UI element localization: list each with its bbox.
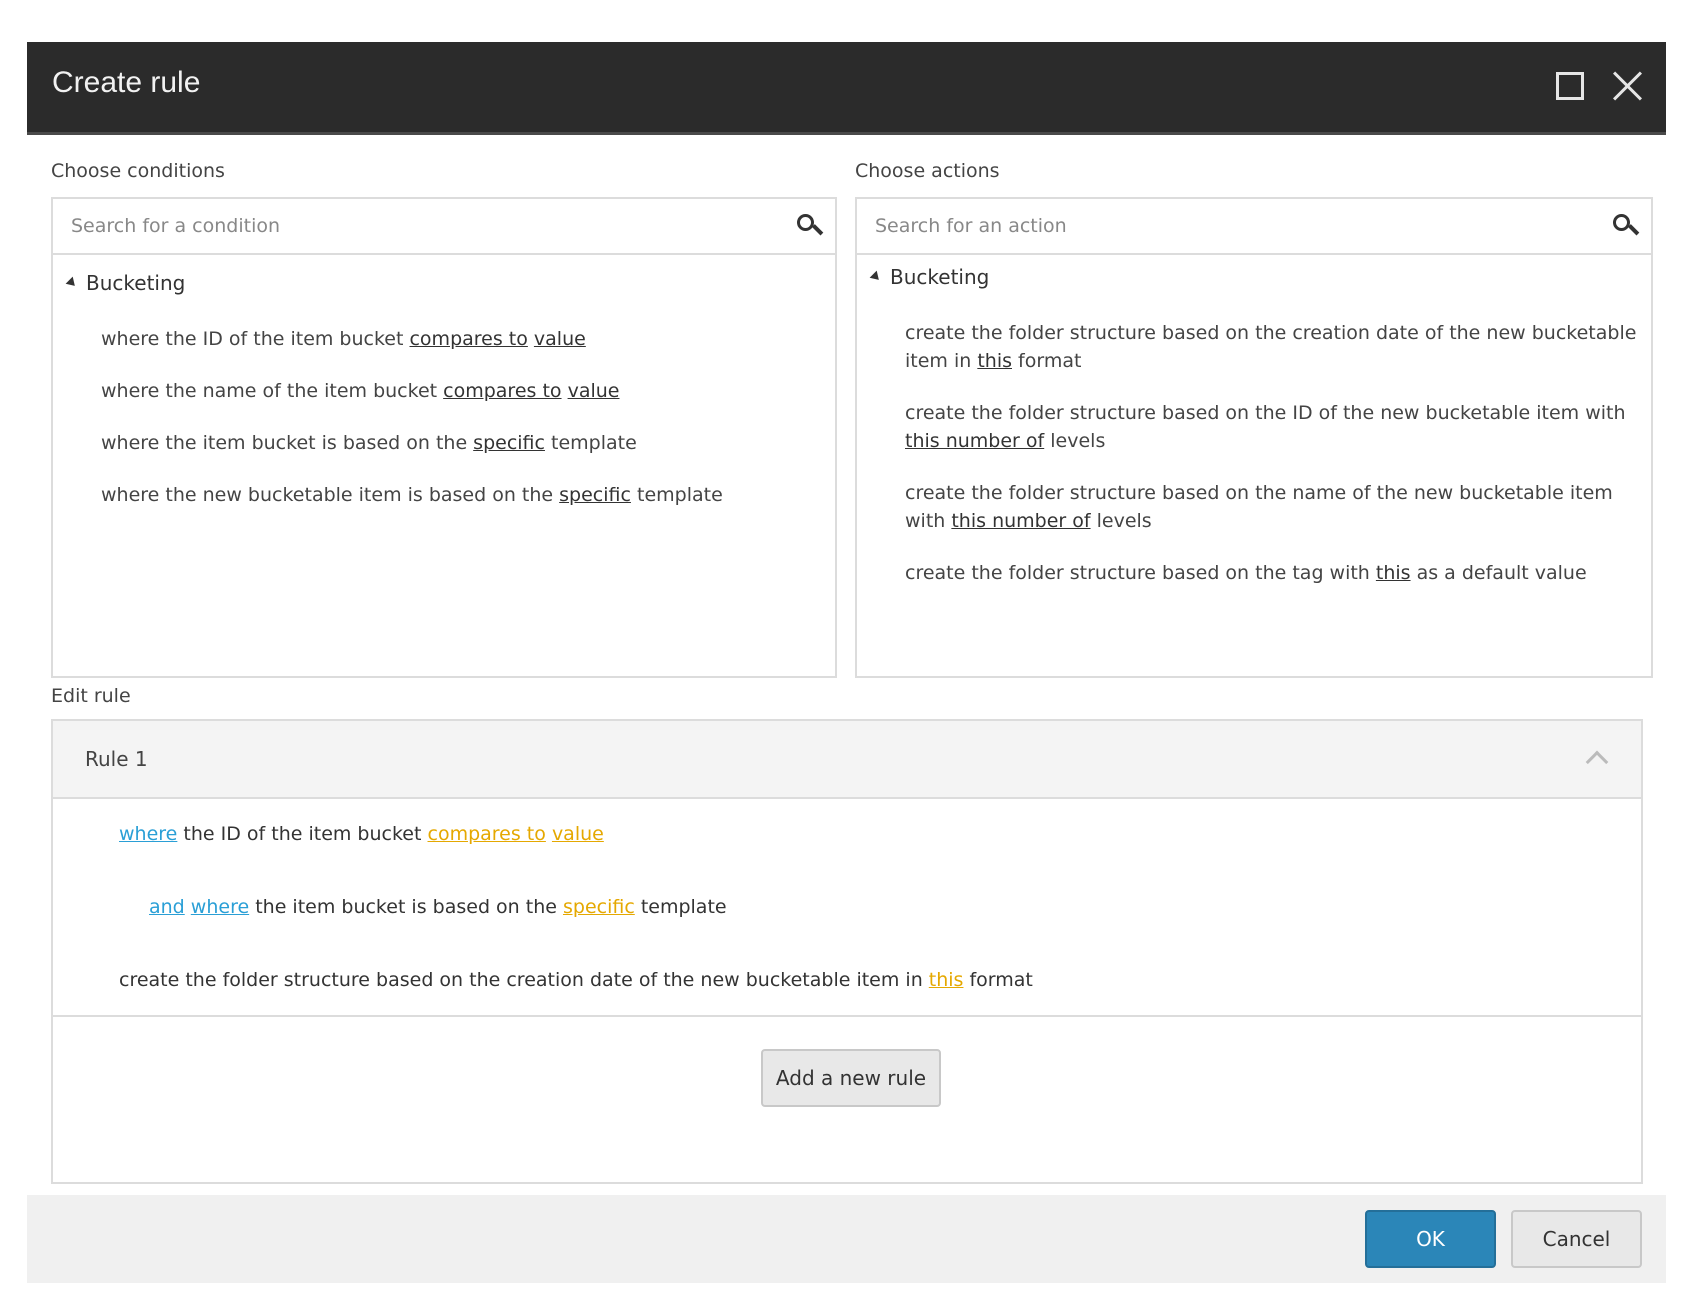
action-link[interactable]: this number of bbox=[905, 430, 1044, 452]
rule-parameter-link[interactable]: specific bbox=[563, 896, 635, 918]
actions-panel: Bucketing create the folder structure ba… bbox=[855, 197, 1653, 678]
action-text: create the folder structure based on the… bbox=[905, 402, 1626, 424]
actions-group-bucketing[interactable]: Bucketing bbox=[869, 265, 990, 289]
condition-search-input[interactable] bbox=[71, 209, 736, 243]
conditions-group-bucketing[interactable]: Bucketing bbox=[65, 271, 186, 295]
action-link[interactable]: this bbox=[977, 350, 1012, 372]
chevron-up-icon[interactable] bbox=[1585, 750, 1609, 774]
condition-text: where the item bucket is based on the bbox=[101, 432, 474, 454]
action-text: levels bbox=[1090, 510, 1152, 532]
condition-link[interactable]: specific bbox=[559, 484, 631, 506]
conditions-label: Choose conditions bbox=[51, 160, 225, 182]
conditions-panel: Bucketing where the ID of the item bucke… bbox=[51, 197, 837, 678]
action-item[interactable]: create the folder structure based on the… bbox=[905, 559, 1640, 587]
search-icon[interactable] bbox=[1613, 214, 1640, 238]
rule-condition-line: where the ID of the item bucket compares… bbox=[119, 823, 604, 845]
action-link[interactable]: this number of bbox=[951, 510, 1090, 532]
edit-rule-panel: Rule 1 where the ID of the item bucket c… bbox=[51, 719, 1643, 1184]
rule-header[interactable]: Rule 1 bbox=[53, 721, 1641, 799]
action-search bbox=[857, 199, 1651, 255]
condition-link[interactable]: specific bbox=[473, 432, 545, 454]
rule-parameter-link[interactable]: compares to bbox=[428, 823, 546, 845]
action-text: create the folder structure based on the… bbox=[905, 562, 1376, 584]
dialog-footer: OK Cancel bbox=[27, 1195, 1666, 1283]
action-text: levels bbox=[1044, 430, 1106, 452]
rule-text: format bbox=[963, 969, 1033, 991]
rule-condition-line: and where the item bucket is based on th… bbox=[149, 896, 727, 918]
rule-text: the item bucket is based on the bbox=[249, 896, 563, 918]
action-text: as a default value bbox=[1410, 562, 1587, 584]
rule-text: the ID of the item bucket bbox=[177, 823, 428, 845]
condition-link[interactable]: value bbox=[568, 380, 620, 402]
rule-keyword-link[interactable]: where bbox=[119, 823, 177, 845]
expand-triangle-icon[interactable] bbox=[869, 270, 883, 284]
create-rule-dialog: Create rule Choose conditions Bucketing … bbox=[27, 42, 1666, 1283]
condition-item[interactable]: where the new bucketable item is based o… bbox=[101, 481, 723, 509]
action-text: format bbox=[1012, 350, 1082, 372]
condition-text: template bbox=[544, 432, 637, 454]
expand-triangle-icon[interactable] bbox=[65, 276, 79, 290]
edit-rule-label: Edit rule bbox=[51, 685, 131, 707]
rule-text: create the folder structure based on the… bbox=[119, 969, 929, 991]
action-item[interactable]: create the folder structure based on the… bbox=[905, 399, 1640, 455]
conditions-group-label: Bucketing bbox=[86, 271, 186, 295]
condition-text: where the ID of the item bucket bbox=[101, 328, 410, 350]
rule-parameter-link[interactable]: this bbox=[929, 969, 964, 991]
maximize-icon[interactable] bbox=[1556, 72, 1584, 100]
action-link[interactable]: this bbox=[1376, 562, 1411, 584]
condition-search bbox=[53, 199, 835, 255]
action-item[interactable]: create the folder structure based on the… bbox=[905, 479, 1640, 535]
rule-title: Rule 1 bbox=[85, 747, 148, 771]
rule-parameter-link[interactable]: value bbox=[552, 823, 604, 845]
condition-text: where the new bucketable item is based o… bbox=[101, 484, 560, 506]
condition-link[interactable]: compares to bbox=[409, 328, 527, 350]
condition-link[interactable]: compares to bbox=[443, 380, 561, 402]
rule-body: where the ID of the item bucket compares… bbox=[53, 799, 1641, 1017]
rule-action-line: create the folder structure based on the… bbox=[119, 969, 1033, 991]
rule-keyword-link[interactable]: where bbox=[191, 896, 249, 918]
condition-text: where the name of the item bucket bbox=[101, 380, 444, 402]
dialog-titlebar: Create rule bbox=[27, 42, 1666, 135]
condition-item[interactable]: where the name of the item bucket compar… bbox=[101, 377, 619, 405]
add-new-rule-button[interactable]: Add a new rule bbox=[761, 1049, 941, 1107]
condition-text: template bbox=[630, 484, 723, 506]
actions-label: Choose actions bbox=[855, 160, 1000, 182]
rule-text: template bbox=[634, 896, 727, 918]
condition-link[interactable]: value bbox=[534, 328, 586, 350]
cancel-button[interactable]: Cancel bbox=[1511, 1210, 1642, 1268]
condition-item[interactable]: where the item bucket is based on the sp… bbox=[101, 429, 637, 457]
rule-keyword-link[interactable]: and bbox=[149, 896, 185, 918]
ok-button[interactable]: OK bbox=[1365, 1210, 1496, 1268]
actions-group-label: Bucketing bbox=[890, 265, 990, 289]
action-search-input[interactable] bbox=[875, 209, 1550, 243]
dialog-title: Create rule bbox=[52, 66, 201, 99]
close-icon[interactable] bbox=[1611, 69, 1645, 103]
action-item[interactable]: create the folder structure based on the… bbox=[905, 319, 1640, 375]
search-icon[interactable] bbox=[797, 214, 824, 238]
condition-item[interactable]: where the ID of the item bucket compares… bbox=[101, 325, 586, 353]
